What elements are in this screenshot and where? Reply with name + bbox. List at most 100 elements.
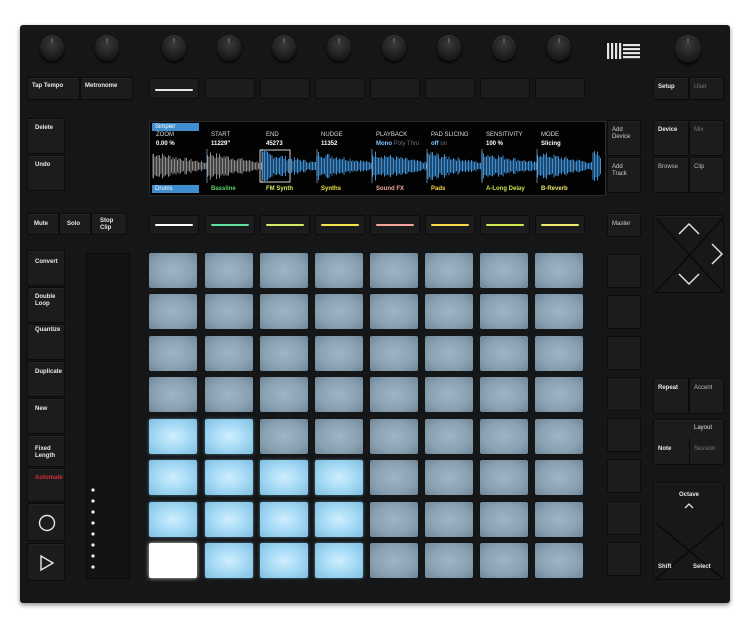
drum-pad[interactable]	[315, 419, 363, 454]
drum-pad[interactable]	[535, 253, 583, 288]
drum-pad[interactable]	[425, 294, 473, 329]
drum-pad[interactable]	[205, 294, 253, 329]
play-button[interactable]	[27, 543, 65, 581]
drum-pad[interactable]	[480, 460, 528, 495]
drum-pad[interactable]	[315, 294, 363, 329]
drum-pad[interactable]	[535, 502, 583, 537]
drum-pad[interactable]	[315, 543, 363, 578]
metronome-button[interactable]: Metronome	[80, 77, 133, 100]
display-button-upper[interactable]	[480, 78, 530, 99]
master-button[interactable]: Master	[607, 213, 641, 237]
drum-pad[interactable]	[260, 253, 308, 288]
scene-launch-button[interactable]	[607, 542, 641, 576]
master-volume-knob[interactable]	[675, 35, 701, 63]
drum-pad[interactable]	[480, 294, 528, 329]
drum-pad[interactable]	[480, 336, 528, 371]
octave-button[interactable]: Octave Shift Select	[653, 482, 724, 580]
drum-pad[interactable]	[480, 419, 528, 454]
display-button-upper[interactable]	[535, 78, 585, 99]
drum-pad[interactable]	[260, 419, 308, 454]
drum-pad[interactable]	[149, 419, 197, 454]
track-select-button[interactable]	[205, 215, 255, 235]
track-select-button[interactable]	[315, 215, 365, 235]
add-track-button[interactable]: Add Track	[607, 157, 641, 193]
drum-pad[interactable]	[260, 377, 308, 412]
drum-pad[interactable]	[149, 377, 197, 412]
drum-pad[interactable]	[149, 253, 197, 288]
add-device-button[interactable]: Add Device	[607, 120, 641, 156]
drum-pad[interactable]	[315, 336, 363, 371]
mix-button[interactable]: Mix	[689, 120, 724, 156]
drum-pad[interactable]	[370, 377, 418, 412]
accent-button[interactable]: Accent	[689, 378, 724, 414]
drum-pad[interactable]	[480, 543, 528, 578]
drum-pad[interactable]	[370, 502, 418, 537]
drum-pad[interactable]	[149, 460, 197, 495]
drum-pad[interactable]	[480, 377, 528, 412]
drum-pad[interactable]	[205, 419, 253, 454]
track-select-button[interactable]	[535, 215, 585, 235]
encoder-knob[interactable]	[272, 35, 296, 61]
drum-pad[interactable]	[425, 419, 473, 454]
scene-launch-button[interactable]	[607, 418, 641, 452]
encoder-knob[interactable]	[437, 35, 461, 61]
drum-pad[interactable]	[425, 253, 473, 288]
convert-button[interactable]: Convert	[27, 250, 65, 286]
drum-pad[interactable]	[425, 543, 473, 578]
drum-pad[interactable]	[315, 502, 363, 537]
touch-strip[interactable]	[86, 253, 130, 579]
encoder-knob[interactable]	[217, 35, 241, 61]
double-loop-button[interactable]: Double Loop	[27, 287, 65, 323]
drum-pad[interactable]	[370, 253, 418, 288]
drum-pad[interactable]	[260, 502, 308, 537]
display-button-upper[interactable]	[205, 78, 255, 99]
drum-pad[interactable]	[535, 460, 583, 495]
display-button-upper[interactable]	[315, 78, 365, 99]
drum-pad[interactable]	[425, 377, 473, 412]
encoder-knob[interactable]	[95, 35, 119, 61]
browse-button[interactable]: Browse	[653, 157, 689, 193]
display-button-upper[interactable]	[425, 78, 475, 99]
scene-launch-button[interactable]	[607, 459, 641, 493]
automate-button[interactable]: Automate	[27, 468, 65, 502]
drum-pad[interactable]	[480, 253, 528, 288]
drum-pad[interactable]	[149, 336, 197, 371]
display-button-upper[interactable]	[260, 78, 310, 99]
drum-pad[interactable]	[535, 419, 583, 454]
drum-pad[interactable]	[149, 294, 197, 329]
drum-pad[interactable]	[535, 294, 583, 329]
drum-pad[interactable]	[370, 460, 418, 495]
drum-pad[interactable]	[315, 460, 363, 495]
delete-button[interactable]: Delete	[27, 118, 65, 154]
display-button-upper[interactable]	[149, 78, 199, 99]
user-button[interactable]: User	[689, 77, 724, 100]
drum-pad[interactable]	[425, 502, 473, 537]
drum-pad[interactable]	[315, 377, 363, 412]
drum-pad[interactable]	[205, 336, 253, 371]
drum-pad[interactable]	[535, 336, 583, 371]
drum-pad[interactable]	[205, 253, 253, 288]
scene-launch-button[interactable]	[607, 377, 641, 411]
mute-button[interactable]: Mute	[27, 213, 59, 235]
drum-pad[interactable]	[260, 294, 308, 329]
drum-pad[interactable]	[260, 460, 308, 495]
scene-launch-button[interactable]	[607, 295, 641, 329]
track-select-button[interactable]	[425, 215, 475, 235]
drum-pad[interactable]	[370, 294, 418, 329]
drum-pad[interactable]	[425, 460, 473, 495]
solo-button[interactable]: Solo	[59, 213, 91, 235]
encoder-knob[interactable]	[547, 35, 571, 61]
scene-launch-button[interactable]	[607, 501, 641, 535]
drum-pad[interactable]	[535, 543, 583, 578]
scene-launch-button[interactable]	[607, 254, 641, 288]
track-select-button[interactable]	[260, 215, 310, 235]
encoder-knob[interactable]	[162, 35, 186, 61]
encoder-knob[interactable]	[382, 35, 406, 61]
track-select-button[interactable]	[149, 215, 199, 235]
drum-pad[interactable]	[260, 336, 308, 371]
device-button[interactable]: Device	[653, 120, 689, 156]
encoder-knob[interactable]	[327, 35, 351, 61]
drum-pad[interactable]	[535, 377, 583, 412]
nav-dpad[interactable]	[653, 215, 724, 293]
new-button[interactable]: New	[27, 398, 65, 434]
